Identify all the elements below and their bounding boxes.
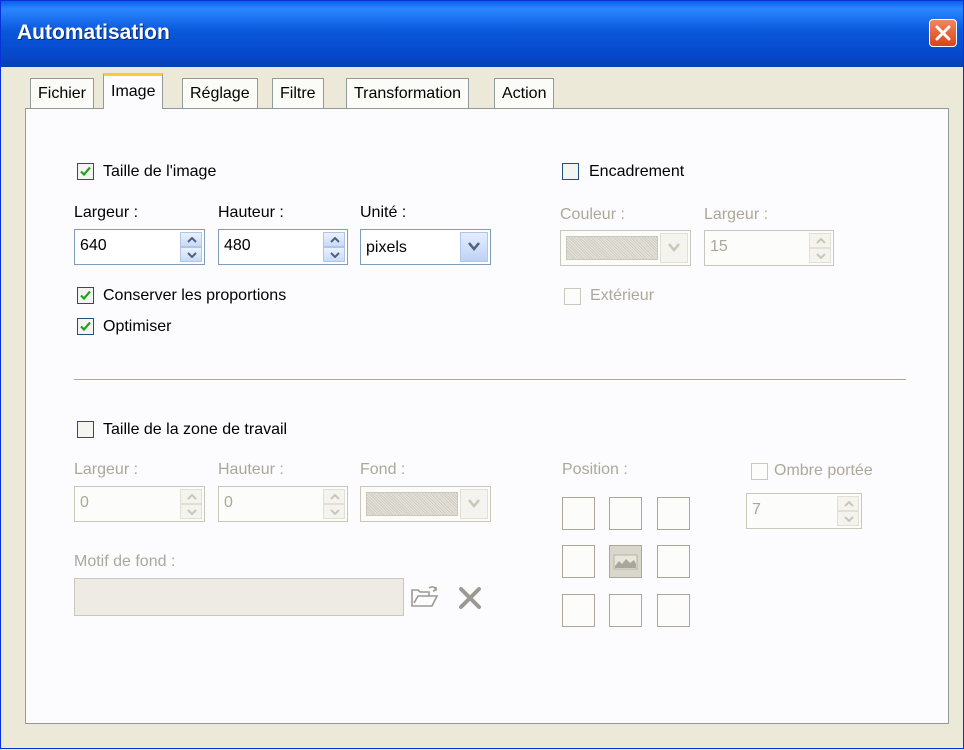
keep-ratio-label: Conserver les proportions [103,287,287,304]
spin-up-button[interactable] [809,233,831,248]
checkmark-icon [80,166,91,177]
arrow-up-icon [187,494,197,500]
drop-shadow-value: 7 [752,501,761,518]
canvas-width-label: Largeur : [74,461,139,478]
height-value: 480 [224,237,251,254]
chevron-down-icon [668,243,680,252]
optimize-checkbox[interactable] [77,318,94,335]
spin-down-button[interactable] [323,504,345,519]
width-value: 640 [80,237,107,254]
frame-checkbox[interactable] [562,163,579,180]
pattern-field[interactable] [74,578,404,616]
arrow-down-icon [187,252,197,258]
spin-down-button[interactable] [837,511,859,526]
keep-ratio-checkbox[interactable] [77,287,94,304]
image-size-label: Taille de l'image [103,163,217,180]
chevron-down-icon [468,499,480,508]
position-middle-right[interactable] [657,545,690,578]
drop-shadow-stepper[interactable]: 7 [746,493,862,529]
spin-up-button[interactable] [180,489,202,504]
canvas-height-value: 0 [224,494,233,511]
drop-shadow-spinner[interactable] [837,496,859,526]
frame-color-swatch [566,236,658,260]
checkmark-icon [80,321,91,332]
frame-color-dropdown-button[interactable] [660,233,688,263]
canvas-height-spinner[interactable] [323,489,345,519]
position-center[interactable] [609,545,642,578]
width-label: Largeur : [74,204,139,221]
unit-value: pixels [366,239,407,256]
position-label: Position : [562,461,628,478]
spin-down-button[interactable] [180,247,202,262]
arrow-down-icon [330,509,340,515]
frame-width-value: 15 [710,238,728,255]
delete-x-icon[interactable] [458,587,482,609]
checkmark-icon [80,290,91,301]
width-stepper[interactable]: 640 [74,229,205,265]
position-middle-left[interactable] [562,545,595,578]
exterior-checkbox[interactable] [564,288,581,305]
frame-width-label: Largeur : [704,206,769,223]
canvas-bg-select[interactable] [360,486,491,522]
spin-up-button[interactable] [323,232,345,247]
width-spinner[interactable] [180,232,202,262]
arrow-up-icon [187,237,197,243]
position-top-center[interactable] [609,497,642,530]
pattern-label: Motif de fond : [74,553,176,570]
frame-color-select[interactable] [560,230,691,266]
arrow-up-icon [330,494,340,500]
canvas-height-label: Hauteur : [218,461,284,478]
position-bottom-right[interactable] [657,594,690,627]
section-divider [74,379,906,381]
position-top-right[interactable] [657,497,690,530]
open-folder-icon[interactable] [410,585,440,609]
frame-width-stepper[interactable]: 15 [704,230,834,266]
optimize-label: Optimiser [103,318,172,335]
height-label: Hauteur : [218,204,284,221]
arrow-up-icon [816,238,826,244]
spin-up-button[interactable] [323,489,345,504]
drop-shadow-checkbox[interactable] [751,463,768,480]
spin-up-button[interactable] [180,232,202,247]
drop-shadow-label: Ombre portée [774,462,873,479]
unit-label: Unité : [360,204,407,221]
arrow-down-icon [187,509,197,515]
unit-select[interactable]: pixels [360,229,491,265]
canvas-width-spinner[interactable] [180,489,202,519]
canvas-width-stepper[interactable]: 0 [74,486,205,522]
canvas-size-checkbox[interactable] [77,421,94,438]
canvas-bg-label: Fond : [360,461,406,478]
position-bottom-center[interactable] [609,594,642,627]
canvas-height-stepper[interactable]: 0 [218,486,348,522]
frame-color-label: Couleur : [560,206,625,223]
unit-dropdown-button[interactable] [460,232,488,262]
image-thumbnail-icon [613,554,638,570]
arrow-down-icon [330,252,340,258]
position-top-left[interactable] [562,497,595,530]
panel-content: Taille de l'image Largeur : 640 Hauteur … [1,1,964,750]
canvas-size-label: Taille de la zone de travail [103,421,288,438]
exterior-label: Extérieur [590,287,655,304]
canvas-bg-swatch [366,492,458,516]
canvas-width-value: 0 [80,494,89,511]
image-size-checkbox[interactable] [77,163,94,180]
height-stepper[interactable]: 480 [218,229,348,265]
automation-dialog: Automatisation Fichier Image Réglage Fil… [0,0,964,749]
chevron-down-icon [468,242,480,251]
position-bottom-left[interactable] [562,594,595,627]
arrow-down-icon [816,253,826,259]
frame-width-spinner[interactable] [809,233,831,263]
canvas-bg-dropdown-button[interactable] [460,489,488,519]
height-spinner[interactable] [323,232,345,262]
arrow-up-icon [844,501,854,507]
frame-label: Encadrement [589,163,685,180]
spin-down-button[interactable] [809,248,831,263]
arrow-up-icon [330,237,340,243]
spin-down-button[interactable] [323,247,345,262]
spin-down-button[interactable] [180,504,202,519]
spin-up-button[interactable] [837,496,859,511]
arrow-down-icon [844,516,854,522]
